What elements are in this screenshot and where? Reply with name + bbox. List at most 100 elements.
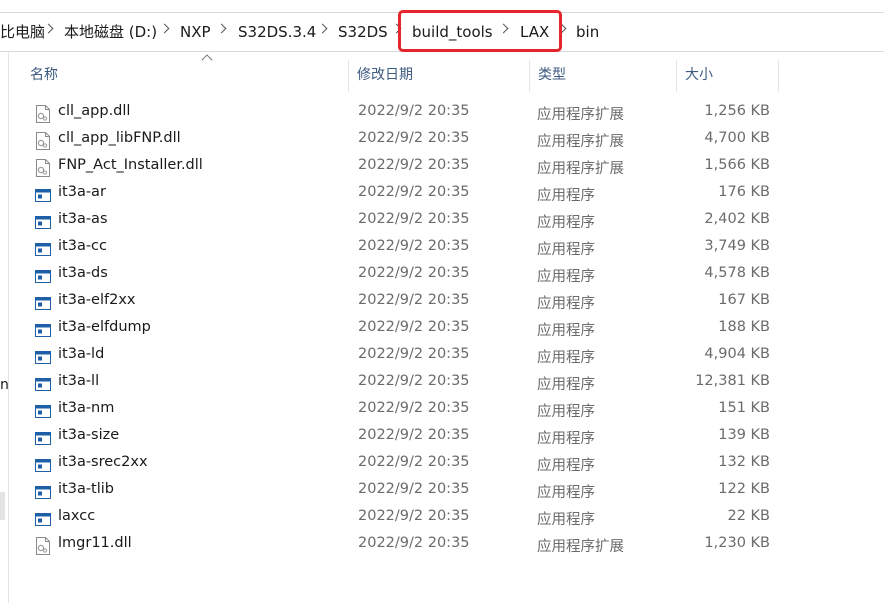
file-row[interactable]: it3a-cc 2022/9/2 20:35 应用程序 3,749 KB [22,235,782,262]
file-row[interactable]: it3a-tlib 2022/9/2 20:35 应用程序 122 KB [22,478,782,505]
breadcrumb-lax[interactable]: LAX [520,22,549,42]
file-type: 应用程序 [537,269,595,285]
breadcrumb-s32ds[interactable]: S32DS [338,22,388,42]
file-size: 1,566 KB [704,157,770,173]
file-size: 3,749 KB [704,238,770,254]
file-size: 22 KB [727,508,770,524]
file-date: 2022/9/2 20:35 [358,157,470,173]
breadcrumb-this-pc[interactable]: 比电脑 [0,22,45,42]
file-row[interactable]: it3a-size 2022/9/2 20:35 应用程序 139 KB [22,424,782,451]
file-date: 2022/9/2 20:35 [358,400,470,416]
file-date: 2022/9/2 20:35 [358,427,470,443]
file-type: 应用程序 [537,404,595,420]
navigation-selection-indicator [0,492,5,520]
file-name[interactable]: it3a-as [58,211,108,227]
chevron-right-icon[interactable] [391,23,402,34]
file-name[interactable]: it3a-size [58,427,119,443]
file-name[interactable]: FNP_Act_Installer.dll [58,157,203,173]
column-header-type[interactable]: 类型 [530,58,676,94]
file-name[interactable]: cll_app.dll [58,103,130,119]
file-name[interactable]: it3a-cc [58,238,107,254]
file-row[interactable]: it3a-srec2xx 2022/9/2 20:35 应用程序 132 KB [22,451,782,478]
file-type: 应用程序 [537,512,595,528]
file-row[interactable]: it3a-ds 2022/9/2 20:35 应用程序 4,578 KB [22,262,782,289]
file-type: 应用程序 [537,431,595,447]
file-name[interactable]: it3a-ll [58,373,99,389]
file-type: 应用程序 [537,188,595,204]
file-row[interactable]: cll_app.dll 2022/9/2 20:35 应用程序扩展 1,256 KB [22,100,782,127]
file-name[interactable]: lmgr11.dll [58,535,132,551]
file-type: 应用程序扩展 [537,107,624,123]
file-name[interactable]: it3a-ar [58,184,106,200]
file-date: 2022/9/2 20:35 [358,103,470,119]
chevron-right-icon[interactable] [216,23,227,34]
breadcrumb-build-tools[interactable]: build_tools [412,22,493,42]
navigation-item-fragment[interactable]: n [0,377,9,393]
dll-icon [35,132,51,150]
file-type: 应用程序 [537,242,595,258]
file-date: 2022/9/2 20:35 [358,346,470,362]
breadcrumb-s32ds-3-4[interactable]: S32DS.3.4 [238,22,316,42]
breadcrumb-nxp[interactable]: NXP [180,22,211,42]
dll-icon [35,159,51,177]
file-name[interactable]: cll_app_libFNP.dll [58,130,181,146]
file-row[interactable]: it3a-nm 2022/9/2 20:35 应用程序 151 KB [22,397,782,424]
file-size: 167 KB [718,292,770,308]
file-row[interactable]: it3a-elfdump 2022/9/2 20:35 应用程序 188 KB [22,316,782,343]
file-date: 2022/9/2 20:35 [358,535,470,551]
column-header-name[interactable]: 名称 [22,58,348,94]
column-header-size[interactable]: 大小 [677,58,777,94]
file-row[interactable]: laxcc 2022/9/2 20:35 应用程序 22 KB [22,505,782,532]
file-size: 1,230 KB [704,535,770,551]
chevron-right-icon[interactable] [556,23,567,34]
file-date: 2022/9/2 20:35 [358,211,470,227]
file-row[interactable]: lmgr11.dll 2022/9/2 20:35 应用程序扩展 1,230 KB [22,532,782,559]
column-divider[interactable] [778,60,779,92]
breadcrumb-bin[interactable]: bin [576,22,599,42]
file-name[interactable]: it3a-ds [58,265,108,281]
column-header-date[interactable]: 修改日期 [349,58,529,94]
exe-icon [35,240,51,258]
file-size: 4,578 KB [704,265,770,281]
file-row[interactable]: cll_app_libFNP.dll 2022/9/2 20:35 应用程序扩展 4,… [22,127,782,154]
file-name[interactable]: it3a-nm [58,400,114,416]
file-row[interactable]: it3a-as 2022/9/2 20:35 应用程序 2,402 KB [22,208,782,235]
file-size: 1,256 KB [704,103,770,119]
exe-icon [35,267,51,285]
exe-icon [35,213,51,231]
breadcrumb-drive-d[interactable]: 本地磁盘 (D:) [64,22,157,42]
file-date: 2022/9/2 20:35 [358,265,470,281]
file-name[interactable]: laxcc [58,508,95,524]
exe-icon [35,321,51,339]
file-row[interactable]: it3a-elf2xx 2022/9/2 20:35 应用程序 167 KB [22,289,782,316]
file-size: 151 KB [718,400,770,416]
chevron-right-icon[interactable] [43,23,54,34]
file-row[interactable]: FNP_Act_Installer.dll 2022/9/2 20:35 应用程序扩… [22,154,782,181]
file-name[interactable]: it3a-tlib [58,481,114,497]
chevron-right-icon[interactable] [159,23,170,34]
exe-icon [35,294,51,312]
chevron-right-icon[interactable] [317,23,328,34]
navigation-pane[interactable]: n [0,52,9,603]
dll-icon [35,105,51,123]
file-row[interactable]: it3a-ll 2022/9/2 20:35 应用程序 12,381 KB [22,370,782,397]
file-row[interactable]: it3a-ld 2022/9/2 20:35 应用程序 4,904 KB [22,343,782,370]
file-type: 应用程序 [537,296,595,312]
exe-icon [35,402,51,420]
file-type: 应用程序 [537,323,595,339]
file-name[interactable]: it3a-elf2xx [58,292,136,308]
chevron-right-icon[interactable] [498,23,509,34]
file-size: 4,904 KB [704,346,770,362]
file-size: 4,700 KB [704,130,770,146]
file-row[interactable]: it3a-ar 2022/9/2 20:35 应用程序 176 KB [22,181,782,208]
file-name[interactable]: it3a-srec2xx [58,454,148,470]
file-date: 2022/9/2 20:35 [358,481,470,497]
address-bar[interactable]: 比电脑 本地磁盘 (D:) NXP S32DS.3.4 S32DS build_… [0,12,884,52]
file-name[interactable]: it3a-elfdump [58,319,151,335]
file-size: 188 KB [718,319,770,335]
exe-icon [35,510,51,528]
file-name[interactable]: it3a-ld [58,346,104,362]
exe-icon [35,456,51,474]
file-type: 应用程序 [537,350,595,366]
file-type: 应用程序 [537,458,595,474]
